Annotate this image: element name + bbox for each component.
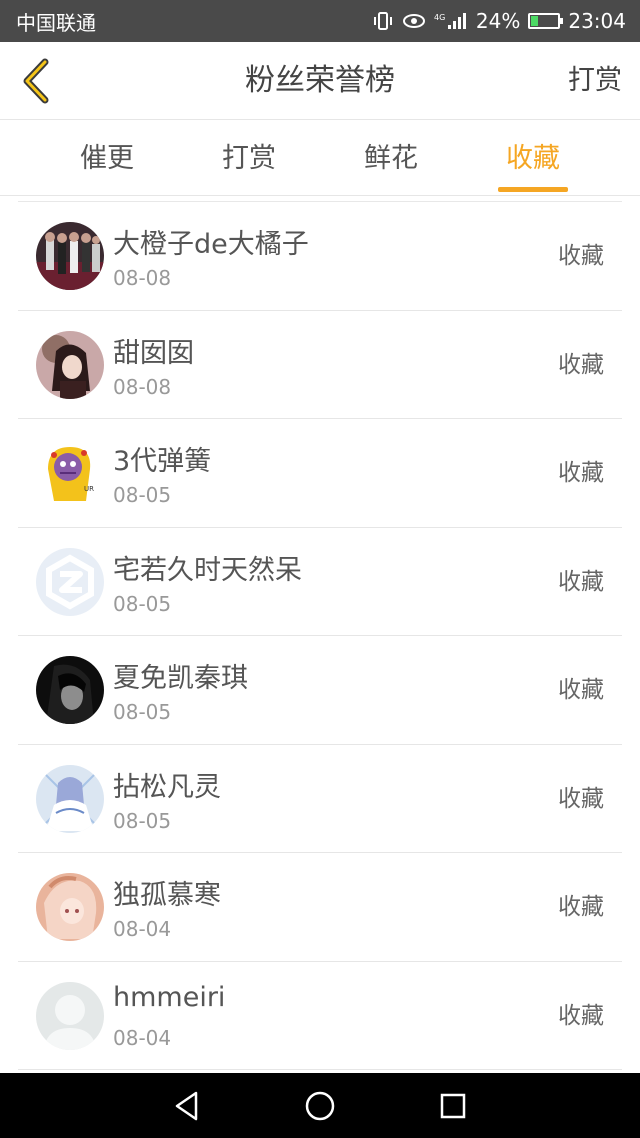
avatar: UR [36, 439, 104, 507]
fan-date: 08-04 [113, 917, 172, 941]
list-item[interactable]: 独孤慕寒 08-04 收藏 [18, 853, 622, 962]
triangle-back-icon [175, 1091, 197, 1120]
network-type-label: 4G [434, 13, 445, 22]
page-title: 粉丝荣誉榜 [245, 63, 395, 98]
fan-name: 大橙子de大橘子 [113, 229, 309, 260]
fan-name: 宅若久时天然呆 [113, 554, 302, 586]
avatar [36, 222, 104, 290]
list-item[interactable]: 甜囡囡 08-08 收藏 [18, 311, 622, 419]
fan-name: 夏免凯秦琪 [113, 663, 248, 694]
circle-home-icon [305, 1091, 335, 1120]
status-icons: 4G 24% 23:04 [372, 9, 626, 33]
system-nav-bar [0, 1073, 640, 1138]
fan-name: 独孤慕寒 [113, 880, 221, 911]
fan-date: 08-05 [113, 591, 172, 616]
fan-name: hmmeiri [113, 981, 226, 1013]
fan-date: 08-08 [113, 374, 172, 399]
fan-name: 3代弹簧 [113, 446, 212, 477]
tab-bar: 催更 打赏 鲜花 收藏 [0, 120, 640, 196]
list-item[interactable]: 大橙子de大橘子 08-08 收藏 [18, 202, 622, 311]
fan-name: 拈松凡灵 [113, 771, 221, 803]
chevron-left-icon [23, 58, 49, 104]
nav-home-button[interactable] [295, 1081, 345, 1131]
avatar [36, 547, 104, 616]
tab-reward[interactable]: 打赏 [178, 120, 320, 196]
vibrate-icon [372, 11, 394, 31]
tab-urge[interactable]: 催更 [36, 120, 178, 196]
tab-flowers[interactable]: 鲜花 [320, 120, 462, 196]
favorite-label: 收藏 [558, 460, 604, 486]
fan-date: 08-08 [113, 266, 172, 290]
signal-icon: 4G [434, 11, 468, 31]
back-button[interactable] [14, 56, 58, 106]
list-item[interactable]: UR 3代弹簧 08-05 收藏 [18, 419, 622, 528]
list-item[interactable]: hmmeiri 08-04 收藏 [18, 962, 622, 1070]
favorite-label: 收藏 [558, 785, 604, 812]
list-item[interactable]: 拈松凡灵 08-05 收藏 [18, 745, 622, 853]
tab-favorites[interactable]: 收藏 [462, 120, 604, 196]
avatar [36, 873, 104, 941]
svg-text:UR: UR [84, 485, 94, 493]
square-recents-icon [441, 1093, 466, 1118]
list-item[interactable]: 宅若久时天然呆 08-05 收藏 [18, 528, 622, 636]
fan-date: 08-05 [113, 700, 172, 724]
clock: 23:04 [568, 9, 626, 33]
fan-date: 08-05 [113, 483, 172, 507]
favorite-label: 收藏 [558, 243, 604, 269]
nav-back-button[interactable] [162, 1081, 212, 1131]
avatar [36, 656, 104, 724]
favorite-label: 收藏 [558, 1002, 604, 1029]
favorite-label: 收藏 [558, 568, 604, 595]
favorite-label: 收藏 [558, 894, 604, 920]
favorite-label: 收藏 [558, 351, 604, 378]
avatar [36, 330, 104, 399]
list-item[interactable]: 夏免凯秦琪 08-05 收藏 [18, 636, 622, 745]
status-bar: 中国联通 4G 24% 23:04 [0, 0, 640, 42]
battery-icon [528, 13, 564, 29]
eye-icon [402, 12, 426, 30]
nav-recents-button[interactable] [428, 1081, 478, 1131]
avatar [36, 981, 104, 1050]
fan-list: 大橙子de大橘子 08-08 收藏 甜囡囡 08-08 收藏 UR 3代弹簧 0… [18, 201, 622, 1070]
favorite-label: 收藏 [558, 677, 604, 703]
battery-percent: 24% [475, 9, 521, 33]
app-header: 粉丝荣誉榜 打赏 [0, 42, 640, 120]
avatar [36, 764, 104, 833]
fan-date: 08-05 [113, 808, 172, 833]
carrier-label: 中国联通 [16, 10, 96, 35]
fan-name: 甜囡囡 [113, 337, 194, 369]
reward-button[interactable]: 打赏 [568, 42, 622, 120]
fan-date: 08-04 [113, 1025, 172, 1050]
